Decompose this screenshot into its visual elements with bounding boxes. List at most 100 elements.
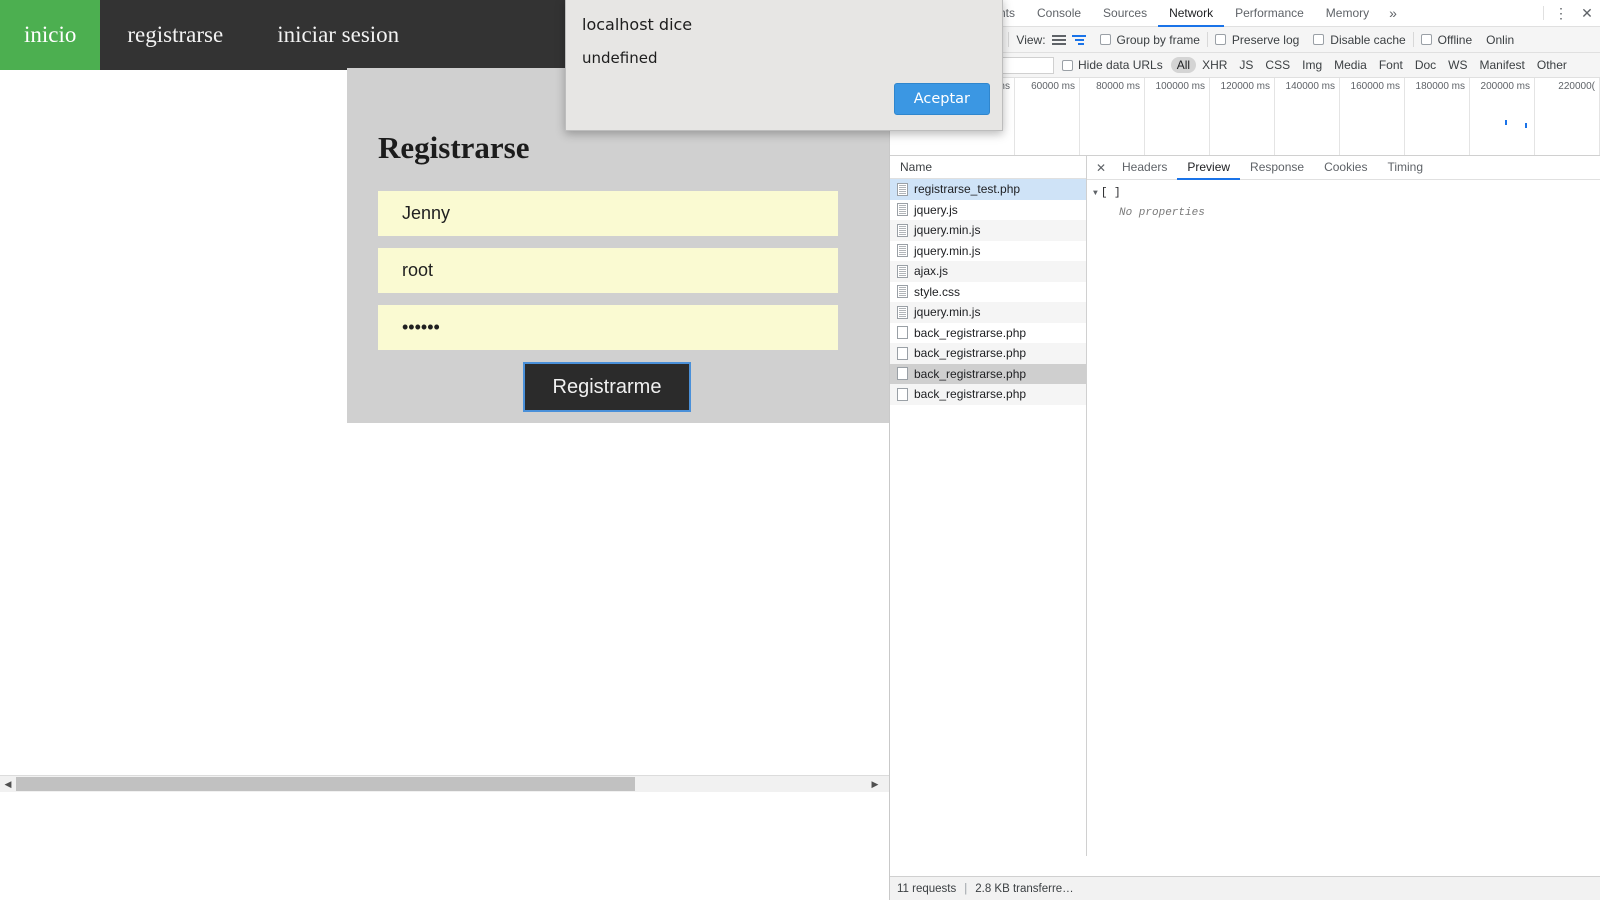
checkbox-box[interactable] [1099,34,1111,45]
checkbox-label: Preserve log [1231,32,1300,47]
tabbar-spacer [1406,0,1539,26]
tick-label: 160000 ms [1350,81,1400,92]
requests-column-header[interactable]: Name [890,156,1086,179]
tick-label: 140000 ms [1285,81,1335,92]
nav-item-registrarse[interactable]: registrarse [100,0,250,70]
detail-tab-response[interactable]: Response [1240,156,1314,180]
table-row[interactable]: back_registrarse.php [890,323,1086,344]
checkbox-box[interactable] [1214,34,1226,45]
document-icon [897,305,908,319]
filter-type-other[interactable]: Other [1531,57,1573,73]
scroll-left-arrow-icon[interactable]: ◀ [0,776,16,792]
table-row[interactable]: registrarse_test.php [890,179,1086,200]
table-row[interactable]: jquery.min.js [890,241,1086,262]
more-tabs-icon[interactable]: » [1380,0,1406,27]
tick-label: 220000( [1558,81,1595,92]
throttling-value: Onlin [1486,32,1515,47]
filter-type-media[interactable]: Media [1328,57,1373,73]
request-name: back_registrarse.php [914,346,1027,361]
tab-console[interactable]: Console [1026,0,1092,27]
filter-type-ws[interactable]: WS [1442,57,1473,73]
nav-item-inicio[interactable]: inicio [0,0,101,70]
password-input[interactable] [378,305,838,350]
filter-type-all[interactable]: All [1170,57,1197,73]
table-row[interactable]: jquery.min.js [890,220,1086,241]
filter-type-js[interactable]: JS [1233,57,1259,73]
tab-label: Console [1037,5,1082,20]
table-row[interactable]: jquery.js [890,200,1086,221]
tab-performance[interactable]: Performance [1224,0,1315,27]
timeline-tick: 180000 ms [1405,78,1470,155]
network-statusbar: 11 requests | 2.8 KB transferre… [890,876,1600,900]
timeline-tick: 140000 ms [1275,78,1340,155]
throttling-select[interactable]: Onlin [1479,33,1521,47]
page-horizontal-scrollbar[interactable]: ◀ ▶ [0,775,889,792]
view-group: View: [1009,33,1092,47]
checkbox-box[interactable] [1420,34,1432,45]
preview-root-node[interactable]: ▼ [ ] [1093,187,1600,199]
document-icon [897,244,908,258]
devtools-close-icon[interactable]: ✕ [1574,0,1600,26]
requests-pane: Name registrarse_test.php jquery.js jque… [890,156,1087,856]
hide-data-urls-checkbox[interactable]: Hide data URLs [1062,58,1163,72]
nav-item-iniciar-sesion[interactable]: iniciar sesion [250,0,426,70]
request-name: jquery.min.js [914,305,981,320]
blank-file-icon [897,346,908,360]
timeline-tick: 100000 ms [1145,78,1210,155]
filter-type-manifest[interactable]: Manifest [1474,57,1531,73]
filter-type-css[interactable]: CSS [1259,57,1296,73]
devtools-menu-icon[interactable]: ⋮ [1548,0,1574,26]
username-input[interactable] [378,191,838,236]
checkbox-box[interactable] [1062,59,1073,71]
blank-file-icon [897,367,908,381]
registrarme-button[interactable]: Registrarme [522,362,692,412]
table-row[interactable]: ajax.js [890,261,1086,282]
timeline-tick: 80000 ms [1080,78,1145,155]
offline-checkbox[interactable]: Offline [1414,33,1479,47]
request-name: jquery.js [914,202,958,217]
timeline-request-marker [1525,123,1527,128]
table-row[interactable]: jquery.min.js [890,302,1086,323]
alert-origin-text: localhost dice [582,15,693,34]
table-row[interactable]: style.css [890,282,1086,303]
tab-label: Performance [1235,5,1304,20]
table-row[interactable]: back_registrarse.php [890,363,1086,384]
table-row[interactable]: back_registrarse.php [890,384,1086,405]
close-icon[interactable]: ✕ [1090,156,1112,179]
filter-type-xhr[interactable]: XHR [1196,57,1233,73]
document-icon [897,285,908,299]
detail-tab-preview[interactable]: Preview [1177,156,1241,180]
chevron-down-icon[interactable]: ▼ [1093,189,1098,198]
tick-label: 180000 ms [1415,81,1465,92]
javascript-alert-dialog: localhost dice undefined Aceptar [565,0,1003,131]
tab-network[interactable]: Network [1158,0,1225,27]
alert-accept-button[interactable]: Aceptar [893,83,990,115]
filter-type-img[interactable]: Img [1296,57,1328,73]
screen-root: inicio registrarse iniciar sesion Regist… [0,0,1600,900]
detail-tab-timing[interactable]: Timing [1377,156,1433,180]
user-input[interactable] [378,248,838,293]
checkbox-label: Disable cache [1330,32,1406,47]
statusbar-separator: | [964,882,968,895]
tick-label: 80000 ms [1096,81,1140,92]
page-title: Registrarse [378,130,530,165]
timeline-tick: 120000 ms [1210,78,1275,155]
disable-cache-checkbox[interactable]: Disable cache [1306,33,1412,47]
checkbox-box[interactable] [1313,34,1325,45]
waterfall-view-icon[interactable] [1071,34,1086,45]
filter-type-doc[interactable]: Doc [1409,57,1442,73]
table-row[interactable]: back_registrarse.php [890,343,1086,364]
filter-type-font[interactable]: Font [1373,57,1409,73]
detail-tab-headers[interactable]: Headers [1112,156,1177,180]
preserve-log-checkbox[interactable]: Preserve log [1208,33,1306,47]
list-view-icon[interactable] [1051,34,1066,45]
detail-tab-cookies[interactable]: Cookies [1314,156,1377,180]
request-name: ajax.js [914,264,949,279]
tick-label: 120000 ms [1220,81,1270,92]
scrollbar-thumb[interactable] [16,777,635,791]
view-label: View: [1016,32,1046,47]
tab-memory[interactable]: Memory [1315,0,1380,27]
tab-sources[interactable]: Sources [1092,0,1158,27]
group-by-frame-checkbox[interactable]: Group by frame [1093,33,1207,47]
scroll-right-arrow-icon[interactable]: ▶ [867,776,883,792]
